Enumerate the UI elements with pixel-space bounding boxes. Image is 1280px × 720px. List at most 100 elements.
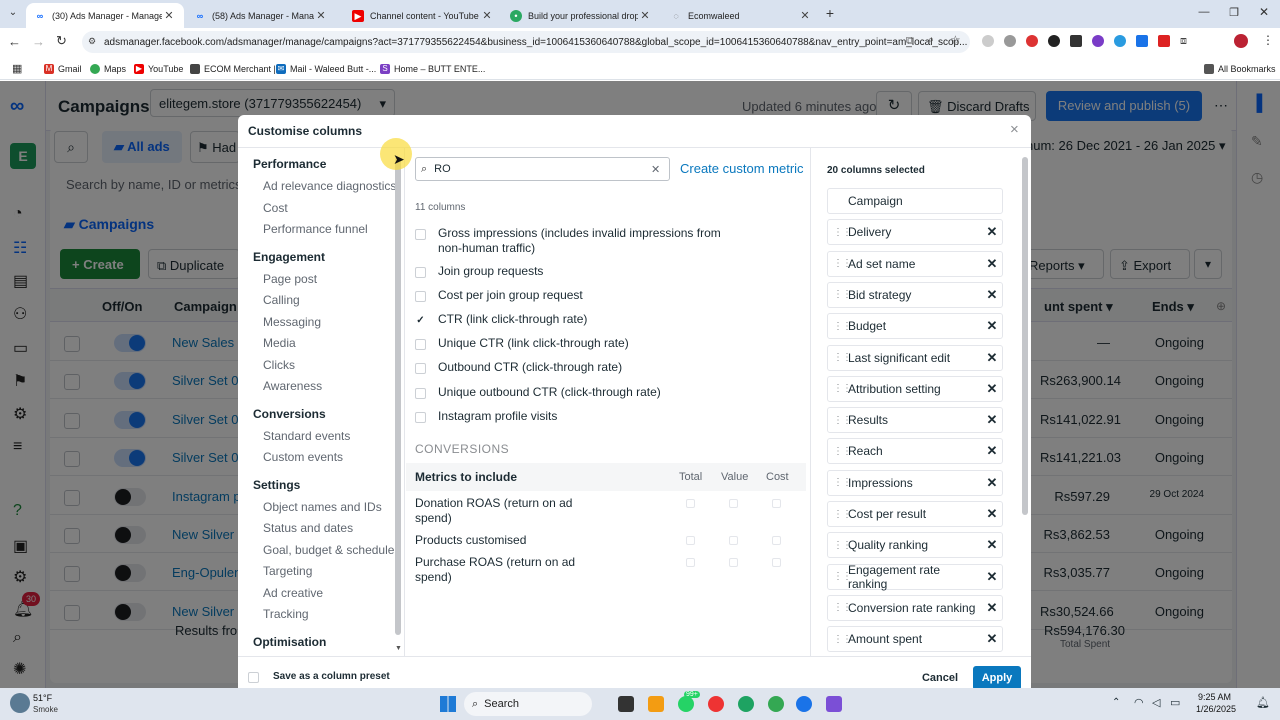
address-bar[interactable]: ⚙ adsmanager.facebook.com/adsmanager/man… [82, 31, 970, 53]
close-tab-icon[interactable]: ✕ [314, 9, 328, 22]
bookmark-maps[interactable]: Maps [90, 61, 126, 77]
cancel-button[interactable]: Cancel [912, 666, 968, 688]
apps-grid-icon[interactable]: ▦ [12, 62, 22, 75]
category-item[interactable]: Ad creative [263, 586, 323, 600]
metric-checkbox[interactable] [686, 558, 695, 567]
extension-icon[interactable] [1092, 35, 1104, 47]
whatsapp-icon[interactable] [678, 696, 694, 712]
option-checkbox[interactable] [415, 267, 426, 278]
selected-column-item[interactable]: ⋮⋮ Reach ✕ [827, 438, 1003, 465]
category-item[interactable]: Awareness [263, 379, 322, 393]
reload-icon[interactable]: ↻ [56, 33, 67, 49]
remove-column-icon[interactable]: ✕ [982, 256, 1002, 272]
selected-column-item[interactable]: ⋮⋮ Conversion rate ranking ✕ [827, 594, 1003, 621]
extension-icon[interactable] [1136, 35, 1148, 47]
zoom-app-icon[interactable] [826, 696, 842, 712]
category-item[interactable]: Targeting [263, 564, 312, 578]
drag-handle-icon[interactable]: ⋮⋮ [833, 540, 852, 551]
extension-icon[interactable] [982, 35, 994, 47]
drag-handle-icon[interactable]: ⋮⋮ [833, 321, 852, 332]
option-checkbox[interactable] [415, 291, 426, 302]
remove-column-icon[interactable]: ✕ [982, 381, 1002, 397]
metric-checkbox[interactable] [686, 536, 695, 545]
zoom-icon[interactable]: ⌕ [928, 34, 934, 47]
drag-handle-icon[interactable]: ⋮⋮ [833, 634, 852, 645]
remove-column-icon[interactable]: ✕ [982, 224, 1002, 240]
selected-column-item[interactable]: Campaign [827, 188, 1003, 214]
create-custom-metric-link[interactable]: Create custom metric [680, 161, 804, 176]
column-search-box[interactable]: ⌕ RO ✕ [415, 157, 670, 181]
close-window-icon[interactable]: ✕ [1256, 5, 1272, 19]
category-heading[interactable]: Engagement [253, 250, 325, 264]
restore-icon[interactable]: ❐ [1226, 6, 1242, 19]
tab-ads-manager-2[interactable]: ∞ (58) Ads Manager - Manage ad ✕ [186, 3, 336, 28]
extension-icon[interactable] [1158, 35, 1170, 47]
column-option[interactable]: Join group requests [415, 264, 725, 279]
metric-checkbox[interactable] [729, 499, 738, 508]
drag-handle-icon[interactable]: ⋮⋮ [833, 509, 852, 520]
bookmark-gmail[interactable]: M Gmail [44, 61, 82, 77]
category-item[interactable]: Calling [263, 293, 300, 307]
extension-icon[interactable] [1114, 35, 1126, 47]
close-tab-icon[interactable]: ✕ [162, 9, 176, 22]
profile-avatar[interactable] [1234, 34, 1248, 48]
drag-handle-icon[interactable]: ⋮⋮ [833, 352, 852, 363]
option-checkbox[interactable] [415, 388, 426, 399]
back-icon[interactable]: ← [8, 34, 21, 49]
clear-search-icon[interactable]: ✕ [651, 163, 669, 176]
wifi-icon[interactable]: ◠ [1134, 696, 1144, 709]
option-checkbox[interactable] [415, 229, 426, 240]
drag-handle-icon[interactable]: ⋮⋮ [833, 227, 852, 238]
drag-handle-icon[interactable]: ⋮⋮ [833, 446, 852, 457]
category-scrollbar[interactable] [395, 157, 401, 635]
close-dialog-icon[interactable]: × [1010, 121, 1019, 138]
selected-column-item[interactable]: ⋮⋮ Quality ranking ✕ [827, 532, 1003, 559]
bookmark-mail[interactable]: ✉ Mail - Waleed Butt -... [276, 61, 376, 77]
drag-handle-icon[interactable]: ⋮⋮ [833, 258, 852, 269]
bookmark-home[interactable]: S Home – BUTT ENTE... [380, 61, 485, 77]
volume-icon[interactable]: ◁ [1152, 696, 1160, 709]
selected-column-item[interactable]: ⋮⋮ Engagement rate ranking ✕ [827, 563, 1003, 591]
chrome-active-icon[interactable] [768, 696, 784, 712]
remove-column-icon[interactable]: ✕ [982, 631, 1002, 647]
category-item[interactable]: Ad relevance diagnostics [263, 179, 396, 193]
app-icon[interactable] [648, 696, 664, 712]
close-tab-icon[interactable]: ✕ [638, 9, 652, 22]
column-option[interactable]: ✓ CTR (link click-through rate) [415, 312, 725, 327]
bookmark-star-icon[interactable]: ☆ [950, 33, 961, 47]
task-view-icon[interactable] [618, 696, 634, 712]
metric-checkbox[interactable] [686, 499, 695, 508]
tab-list-chevron-icon[interactable]: ⌄ [6, 7, 20, 21]
selected-column-item[interactable]: ⋮⋮ Delivery ✕ [827, 219, 1003, 246]
new-tab-button[interactable]: + [822, 5, 838, 21]
extension-icon[interactable] [1004, 35, 1016, 47]
extension-icon[interactable] [1048, 35, 1060, 47]
category-heading[interactable]: Conversions [253, 407, 326, 421]
taskbar-search[interactable]: ⌕ Search [464, 692, 592, 716]
category-item[interactable]: Goal, budget & schedule [263, 543, 394, 557]
puzzle-icon[interactable]: ⧈ [1180, 35, 1192, 47]
chrome-icon[interactable] [708, 696, 724, 712]
close-tab-icon[interactable]: ✕ [798, 9, 812, 22]
category-item[interactable]: Page post [263, 272, 317, 286]
site-info-icon[interactable]: ⚙ [88, 36, 96, 47]
metric-checkbox[interactable] [772, 536, 781, 545]
category-item[interactable]: Standard events [263, 429, 350, 443]
remove-column-icon[interactable]: ✕ [982, 506, 1002, 522]
selected-column-item[interactable]: ⋮⋮ Budget ✕ [827, 313, 1003, 340]
column-option[interactable]: Outbound CTR (click-through rate) [415, 360, 725, 375]
weather-icon[interactable] [10, 693, 30, 713]
tab-dropshipping[interactable]: • Build your professional dropsh ✕ [502, 3, 660, 28]
bookmark-youtube[interactable]: ▶ YouTube [134, 61, 183, 77]
remove-column-icon[interactable]: ✕ [982, 350, 1002, 366]
remove-column-icon[interactable]: ✕ [982, 537, 1002, 553]
category-item[interactable]: Status and dates [263, 521, 353, 535]
metric-checkbox[interactable] [729, 536, 738, 545]
selected-scrollbar[interactable] [1022, 157, 1028, 515]
column-option[interactable]: Unique outbound CTR (click-through rate) [415, 385, 725, 400]
category-item[interactable]: Clicks [263, 358, 295, 372]
tab-ads-manager-1[interactable]: ∞ (30) Ads Manager - Manage ad ✕ [26, 3, 184, 28]
category-item[interactable]: Media [263, 336, 296, 350]
tray-chevron-icon[interactable]: ⌃ [1112, 697, 1120, 708]
drag-handle-icon[interactable]: ⋮⋮ [833, 289, 852, 300]
